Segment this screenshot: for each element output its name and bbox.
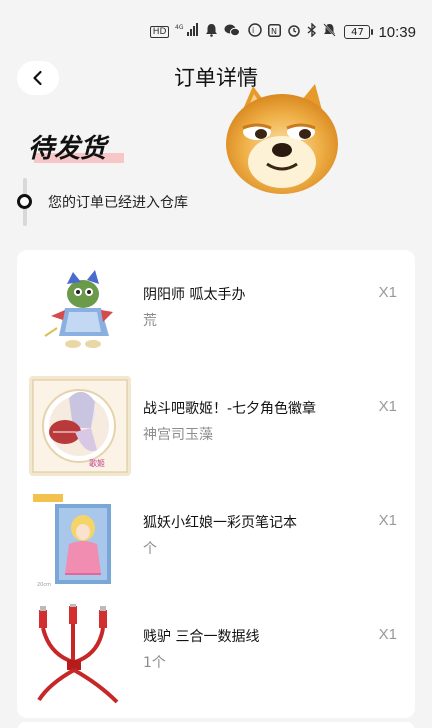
bell-icon — [205, 23, 218, 41]
svg-text:i: i — [252, 26, 254, 35]
product-spec: 个 — [143, 541, 157, 557]
alarm-icon — [287, 23, 301, 41]
status-bar: HD 4G i N 47 10:39 — [0, 0, 432, 64]
product-image-cable — [29, 604, 131, 704]
product-spec: 荒 — [143, 313, 157, 329]
product-quantity: X1 — [378, 512, 397, 529]
product-name: 战斗吧歌姬！-七夕角色徽章 — [143, 401, 317, 417]
clock: 10:39 — [378, 23, 416, 41]
nfc-icon: N — [268, 23, 282, 41]
doge-mascot-image — [226, 84, 338, 194]
svg-text:N: N — [271, 27, 277, 36]
product-row[interactable]: 阴阳师 呱太手办 荒 X1 — [17, 258, 415, 366]
order-items-card: 阴阳师 呱太手办 荒 X1 歌姬 战斗吧歌姬！-七夕角色徽章 神宫司玉藻 X1 — [17, 250, 415, 718]
status-icons: HD 4G — [149, 23, 241, 41]
order-status-label: 待发货 — [28, 134, 107, 164]
order-status-heading: 待发货 — [28, 128, 124, 165]
product-image-badge: 歌姬 — [29, 376, 131, 476]
product-image-notebook: 20cm — [29, 490, 131, 590]
notification-icon: i — [248, 23, 263, 41]
bluetooth-icon — [307, 22, 317, 41]
mute-bell-icon — [323, 23, 337, 41]
product-row[interactable]: 歌姬 战斗吧歌姬！-七夕角色徽章 神宫司玉藻 X1 — [17, 372, 415, 480]
page-title: 订单详情 — [174, 66, 258, 90]
product-quantity: X1 — [378, 398, 397, 415]
product-row[interactable]: 20cm 狐妖小红娘一彩页笔记本 个 X1 — [17, 486, 415, 594]
product-spec: 神宫司玉藻 — [143, 427, 213, 443]
system-status-icons: i N 47 — [248, 22, 374, 41]
product-quantity: X1 — [378, 284, 397, 301]
next-card-edge — [17, 722, 415, 728]
cellular-signal-icon: 4G — [175, 23, 199, 41]
timeline-dot — [17, 194, 32, 209]
svg-text:20cm: 20cm — [37, 582, 51, 588]
hd-icon: HD — [149, 26, 170, 38]
wechat-icon — [224, 23, 241, 41]
product-quantity: X1 — [378, 626, 397, 643]
battery-icon: 47 — [344, 25, 374, 39]
timeline-status-text: 您的订单已经进入仓库 — [48, 195, 188, 211]
svg-text:歌姬: 歌姬 — [89, 458, 105, 468]
product-row[interactable]: 贱驴 三合一数据线 1个 X1 — [17, 600, 415, 708]
product-name: 阴阳师 呱太手办 — [143, 287, 246, 303]
svg-text:4G: 4G — [175, 24, 184, 31]
product-name: 贱驴 三合一数据线 — [143, 629, 260, 645]
product-spec: 1个 — [143, 655, 166, 671]
product-name: 狐妖小红娘一彩页笔记本 — [143, 515, 297, 531]
product-image-figurine — [29, 262, 131, 362]
